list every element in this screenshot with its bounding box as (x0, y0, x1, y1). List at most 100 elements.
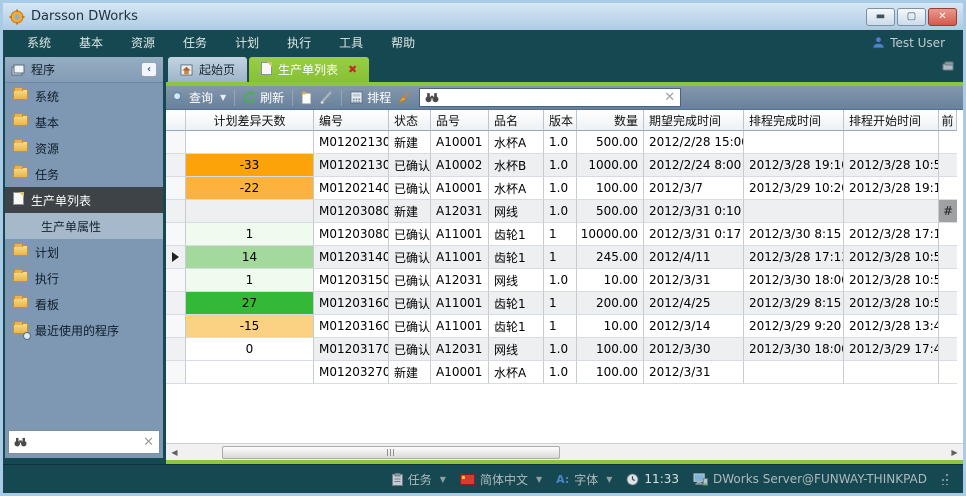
table-row[interactable]: 14M012031402已确认A11001齿轮11245.002012/4/11… (166, 246, 963, 269)
window-list-icon[interactable] (941, 60, 955, 72)
cell-sched_end[interactable] (744, 361, 844, 384)
current-row-indicator[interactable] (166, 246, 186, 269)
cell-item_name[interactable]: 水杯A (489, 131, 544, 154)
cell-qty[interactable]: 100.00 (577, 177, 644, 200)
cell-item_no[interactable]: A12031 (431, 269, 489, 292)
cell-item_name[interactable]: 水杯A (489, 361, 544, 384)
cell-diff[interactable] (186, 200, 314, 223)
cell-status[interactable]: 新建 (389, 200, 431, 223)
cell-version[interactable]: 1.0 (544, 338, 577, 361)
cell-version[interactable]: 1.0 (544, 154, 577, 177)
table-row[interactable]: -33M012021302已确认A10002水杯B1.01000.002012/… (166, 154, 963, 177)
cell-sched_start[interactable] (844, 361, 939, 384)
cell-sched_start[interactable] (844, 131, 939, 154)
cell-code[interactable]: M012031602 (314, 315, 389, 338)
cell-diff[interactable]: 27 (186, 292, 314, 315)
cell-item_no[interactable]: A11001 (431, 223, 489, 246)
cell-version[interactable]: 1.0 (544, 269, 577, 292)
column-header-6[interactable]: 数量 (577, 110, 644, 131)
minimize-button[interactable]: ▬ (866, 8, 895, 26)
scroll-right-icon[interactable]: ▶ (946, 444, 963, 460)
cell-sched_start[interactable]: 2012/3/28 17:13 (844, 223, 939, 246)
cell-expect[interactable]: 2012/4/11 (644, 246, 744, 269)
column-header-4[interactable]: 品名 (489, 110, 544, 131)
cell-expect[interactable]: 2012/2/24 8:00 (644, 154, 744, 177)
cell-code[interactable]: M012032701 (314, 361, 389, 384)
cell-sched_end[interactable]: 2012/3/28 19:10 (744, 154, 844, 177)
cell-extra[interactable] (939, 177, 957, 200)
resize-grip[interactable] (941, 473, 949, 485)
cell-code[interactable]: M012031501 (314, 269, 389, 292)
cell-sched_end[interactable]: 2012/3/30 18:00 (744, 338, 844, 361)
cell-qty[interactable]: 200.00 (577, 292, 644, 315)
cell-item_name[interactable]: 齿轮1 (489, 223, 544, 246)
cell-sched_start[interactable] (844, 200, 939, 223)
column-header-9[interactable]: 排程开始时间 (844, 110, 939, 131)
sidebar-item-5[interactable]: 生产单属性 (5, 213, 163, 239)
row-selector[interactable] (166, 154, 186, 177)
cell-item_no[interactable]: A12031 (431, 200, 489, 223)
cell-expect[interactable]: 2012/3/30 (644, 338, 744, 361)
cell-item_no[interactable]: A10002 (431, 154, 489, 177)
cell-item_name[interactable]: 网线 (489, 200, 544, 223)
cell-sched_start[interactable]: 2012/3/28 10:52 (844, 154, 939, 177)
cell-code[interactable]: M012021301 (314, 131, 389, 154)
cell-sched_start[interactable]: 2012/3/28 10:52 (844, 292, 939, 315)
row-selector[interactable] (166, 131, 186, 154)
cell-expect[interactable]: 2012/3/31 (644, 361, 744, 384)
cell-extra[interactable] (939, 154, 957, 177)
cell-sched_end[interactable]: 2012/3/29 8:15 (744, 292, 844, 315)
language-status-item[interactable]: 简体中文▼ (460, 471, 542, 488)
cell-sched_start[interactable]: 2012/3/28 10:52 (844, 269, 939, 292)
cell-qty[interactable]: 100.00 (577, 361, 644, 384)
cell-item_no[interactable]: A11001 (431, 246, 489, 269)
cell-item_no[interactable]: A10001 (431, 361, 489, 384)
font-status-item[interactable]: A: 字体▼ (556, 471, 612, 488)
sidebar-item-7[interactable]: 执行 (5, 265, 163, 291)
maximize-button[interactable]: ▢ (897, 8, 926, 26)
sidebar-item-6[interactable]: 计划 (5, 239, 163, 265)
menu-item-6[interactable]: 工具 (325, 31, 377, 54)
cell-status[interactable]: 已确认 (389, 269, 431, 292)
table-row[interactable]: -15M012031602已确认A11001齿轮1110.002012/3/14… (166, 315, 963, 338)
cell-version[interactable]: 1 (544, 246, 577, 269)
cell-sched_end[interactable]: 2012/3/28 17:13 (744, 246, 844, 269)
edit-button[interactable] (319, 91, 333, 104)
new-button[interactable] (301, 91, 313, 105)
cell-diff[interactable]: 0 (186, 338, 314, 361)
table-row[interactable]: -22M012021401已确认A10001水杯A1.0100.002012/3… (166, 177, 963, 200)
cell-expect[interactable]: 2012/3/31 0:17 (644, 223, 744, 246)
cell-qty[interactable]: 245.00 (577, 246, 644, 269)
cell-version[interactable]: 1.0 (544, 131, 577, 154)
sidebar-item-3[interactable]: 任务 (5, 161, 163, 187)
cell-extra[interactable] (939, 269, 957, 292)
table-row[interactable]: M012030801新建A12031网线1.0500.002012/3/31 0… (166, 200, 963, 223)
cell-item_no[interactable]: A11001 (431, 292, 489, 315)
cell-status[interactable]: 已确认 (389, 177, 431, 200)
menu-item-7[interactable]: 帮助 (377, 31, 429, 54)
cell-status[interactable]: 已确认 (389, 154, 431, 177)
cell-item_no[interactable]: A11001 (431, 315, 489, 338)
cell-extra[interactable] (939, 338, 957, 361)
row-selector[interactable] (166, 223, 186, 246)
cell-diff[interactable] (186, 361, 314, 384)
scroll-left-icon[interactable]: ◀ (166, 444, 183, 460)
task-status-item[interactable]: 任务▼ (392, 471, 446, 488)
cell-qty[interactable]: 10.00 (577, 315, 644, 338)
cell-expect[interactable]: 2012/2/28 15:00 (644, 131, 744, 154)
cell-expect[interactable]: 2012/3/31 0:10 (644, 200, 744, 223)
cell-qty[interactable]: 1000.00 (577, 154, 644, 177)
menu-item-5[interactable]: 执行 (273, 31, 325, 54)
tab-1[interactable]: 生产单列表✖ (249, 57, 369, 82)
cell-item_name[interactable]: 齿轮1 (489, 292, 544, 315)
sidebar-search-input[interactable] (32, 436, 138, 449)
cell-status[interactable]: 已确认 (389, 338, 431, 361)
column-header-5[interactable]: 版本 (544, 110, 577, 131)
column-header-7[interactable]: 期望完成时间 (644, 110, 744, 131)
cell-sched_end[interactable] (744, 200, 844, 223)
cell-version[interactable]: 1.0 (544, 361, 577, 384)
cell-item_name[interactable]: 水杯A (489, 177, 544, 200)
refresh-button[interactable]: 刷新 (243, 89, 284, 106)
table-row[interactable]: 27M012031601已确认A11001齿轮11200.002012/4/25… (166, 292, 963, 315)
menu-item-2[interactable]: 资源 (117, 31, 169, 54)
